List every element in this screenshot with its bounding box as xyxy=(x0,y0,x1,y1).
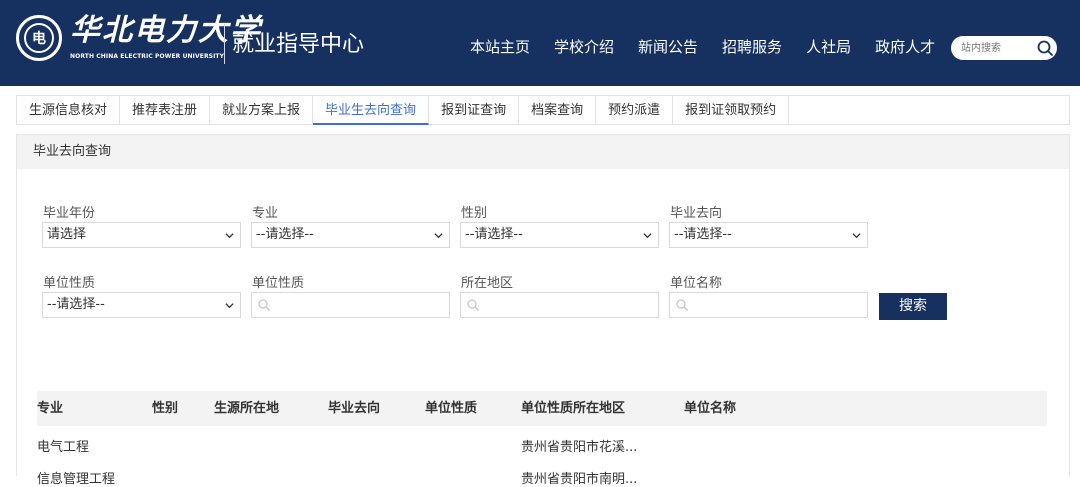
col-gender: 性别 xyxy=(152,401,179,416)
unit-nature-select-value: --请选择-- xyxy=(47,297,105,312)
col-unit-nature: 单位性质 xyxy=(425,401,478,416)
search-button[interactable]: 搜索 xyxy=(879,293,947,320)
tab-report-card-query[interactable]: 报到证查询 xyxy=(429,96,520,125)
major-select-value: --请选择-- xyxy=(256,227,314,242)
major-label: 专业 xyxy=(252,206,279,221)
chevron-down-icon xyxy=(434,233,443,239)
tab-dispatch-booking[interactable]: 预约派遣 xyxy=(596,96,674,125)
search-icon xyxy=(467,299,479,311)
gender-select-value: --请选择-- xyxy=(465,227,523,242)
nav-home[interactable]: 本站主页 xyxy=(470,36,530,58)
unit-nature-input-label: 单位性质 xyxy=(252,276,305,291)
table-row-region: 贵州省贵阳市花溪... xyxy=(521,440,638,455)
col-origin: 生源所在地 xyxy=(214,401,280,416)
tab-recommend-register[interactable]: 推荐表注册 xyxy=(120,96,211,125)
university-logo-icon[interactable]: 电 xyxy=(16,15,62,61)
site-search-input[interactable] xyxy=(961,39,1031,57)
chevron-down-icon xyxy=(225,233,234,239)
site-header: 电 华北电力大学 NORTH CHINA ELECTRIC POWER UNIV… xyxy=(0,0,1080,86)
year-select[interactable]: 请选择 xyxy=(42,222,241,248)
destination-select-value: --请选择-- xyxy=(674,227,732,242)
search-icon xyxy=(676,299,688,311)
panel-title: 毕业去向查询 xyxy=(17,135,1069,169)
chevron-down-icon xyxy=(225,303,234,309)
unit-name-input[interactable] xyxy=(669,292,868,318)
tab-archive-query[interactable]: 档案查询 xyxy=(519,96,597,125)
main-nav: 本站主页 学校介绍 新闻公告 招聘服务 人社局 政府人才 xyxy=(458,36,947,58)
col-unit-name: 单位名称 xyxy=(684,401,737,416)
unit-name-label: 单位名称 xyxy=(670,276,723,291)
nav-hr-bureau[interactable]: 人社局 xyxy=(806,36,851,58)
table-header: 专业 性别 生源所在地 毕业去向 单位性质 单位性质所在地区 单位名称 xyxy=(37,391,1047,426)
tab-source-check[interactable]: 生源信息核对 xyxy=(17,96,121,125)
tab-graduate-destination[interactable]: 毕业生去向查询 xyxy=(313,96,430,125)
site-search xyxy=(951,36,1057,60)
table-row-major: 电气工程 xyxy=(37,440,90,455)
destination-label: 毕业去向 xyxy=(670,206,723,221)
gender-label: 性别 xyxy=(461,206,488,221)
year-label: 毕业年份 xyxy=(43,206,96,221)
unit-nature-input[interactable] xyxy=(251,292,450,318)
region-input[interactable] xyxy=(460,292,659,318)
header-divider xyxy=(224,24,225,64)
region-label: 所在地区 xyxy=(461,276,514,291)
table-row-region: 贵州省贵阳市南明... xyxy=(521,472,638,487)
tab-report-card-pickup[interactable]: 报到证领取预约 xyxy=(673,96,790,125)
center-name: 就业指导中心 xyxy=(232,32,365,57)
major-select[interactable]: --请选择-- xyxy=(251,222,450,248)
tab-employment-plan[interactable]: 就业方案上报 xyxy=(210,96,314,125)
col-destination: 毕业去向 xyxy=(328,401,381,416)
nav-recruitment[interactable]: 招聘服务 xyxy=(722,36,782,58)
search-icon[interactable] xyxy=(1035,38,1055,58)
nav-news[interactable]: 新闻公告 xyxy=(638,36,698,58)
nav-gov-talent[interactable]: 政府人才 xyxy=(875,36,935,58)
function-tabs: 生源信息核对 推荐表注册 就业方案上报 毕业生去向查询 报到证查询 档案查询 预… xyxy=(16,95,1070,125)
destination-select[interactable]: --请选择-- xyxy=(669,222,868,248)
table-row-major: 信息管理工程 xyxy=(37,472,116,487)
chevron-down-icon xyxy=(643,233,652,239)
col-major: 专业 xyxy=(37,401,64,416)
university-name-en: NORTH CHINA ELECTRIC POWER UNIVERSITY xyxy=(70,53,225,60)
year-select-value: 请选择 xyxy=(47,227,87,242)
unit-nature-select-label: 单位性质 xyxy=(43,276,96,291)
nav-school-intro[interactable]: 学校介绍 xyxy=(554,36,614,58)
search-icon xyxy=(258,299,270,311)
col-unit-region: 单位性质所在地区 xyxy=(521,401,626,416)
unit-nature-select[interactable]: --请选择-- xyxy=(42,292,241,318)
logo-seal-text: 电 xyxy=(24,23,54,53)
chevron-down-icon xyxy=(852,233,861,239)
gender-select[interactable]: --请选择-- xyxy=(460,222,659,248)
